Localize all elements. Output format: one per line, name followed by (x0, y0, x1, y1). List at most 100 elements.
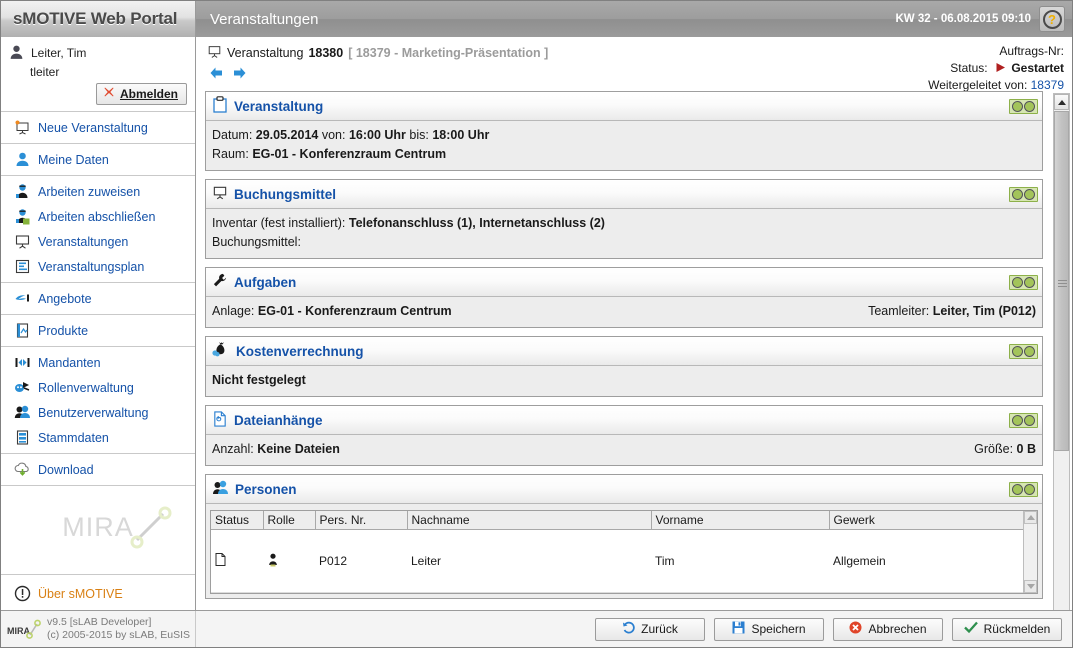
sidebar-item-label: Veranstaltungen (38, 234, 129, 249)
check-icon (963, 621, 978, 637)
panel-header[interactable]: Buchungsmittel (206, 180, 1042, 209)
panel-header[interactable]: Kostenverrechnung (206, 337, 1042, 366)
logout-button[interactable]: Abmelden (95, 83, 187, 105)
panel-body: Inventar (fest installiert): Telefonansc… (206, 209, 1042, 258)
sidebar-item-veranstaltungen[interactable]: Veranstaltungen (1, 229, 195, 254)
og-toggle-icon[interactable] (1009, 412, 1038, 428)
sidebar-item-stammdaten[interactable]: Stammdaten (1, 425, 195, 450)
scrollbar-thumb[interactable] (1054, 111, 1069, 451)
table-scrollbar[interactable] (1023, 511, 1037, 593)
sidebar-item-angebote[interactable]: Angebote (1, 286, 195, 311)
nav-group-7: Download (1, 454, 195, 486)
breadcrumb-id: 18380 (308, 46, 344, 60)
date-line: Datum: 29.05.2014 von: 16:00 Uhr bis: 18… (212, 126, 1036, 145)
panel-header-left: Buchungsmittel (212, 184, 336, 204)
teamleiter-label: Teamleiter: (868, 304, 930, 318)
brand-cell: sMOTIVE Web Portal (1, 1, 196, 37)
back-button-label: Zurück (641, 622, 678, 636)
sidebar-item-mandanten[interactable]: Mandanten (1, 350, 195, 375)
page-title: Veranstaltungen (210, 10, 319, 28)
datetime-label: KW 32 - 06.08.2015 09:10 (895, 13, 1031, 25)
moneybag-icon (212, 341, 230, 361)
to-value: 18:00 Uhr (432, 128, 490, 142)
og-dot-right (1024, 345, 1035, 357)
panel-title: Buchungsmittel (234, 186, 337, 202)
column-header-nachname[interactable]: Nachname (407, 511, 652, 530)
report-button[interactable]: Rückmelden (952, 617, 1062, 641)
table-scroll-up-button[interactable] (1024, 511, 1037, 524)
column-header-vorname[interactable]: Vorname (651, 511, 830, 530)
presentation-icon (207, 44, 222, 62)
og-toggle-icon[interactable] (1009, 98, 1038, 114)
cancel-button[interactable]: Abbrechen (833, 617, 943, 641)
title-bar: Veranstaltungen KW 32 - 06.08.2015 09:10… (196, 1, 1072, 37)
kosten-note-text: Nicht festgelegt (212, 373, 306, 387)
sidebar-item-arbeiten-zuweisen[interactable]: Arbeiten zuweisen (1, 179, 195, 204)
cell-status (211, 529, 263, 593)
version-text-block: v9.5 [sLAB Developer] (c) 2005-2015 by s… (47, 616, 190, 642)
og-toggle-icon[interactable] (1009, 274, 1038, 290)
sidebar-item-rollenverwaltung[interactable]: Rollenverwaltung (1, 375, 195, 400)
to-label: bis: (409, 128, 429, 142)
og-toggle-icon[interactable] (1009, 186, 1038, 202)
panel-header[interactable]: Dateianhänge (206, 406, 1042, 435)
og-dot-right (1024, 414, 1035, 426)
og-dot-right (1024, 188, 1035, 200)
prev-arrow-icon[interactable] (209, 66, 224, 83)
nav-group-1: Neue Veranstaltung (1, 112, 195, 144)
inventory-label: Inventar (fest installiert): (212, 216, 346, 230)
scroll-up-button[interactable] (1054, 94, 1069, 110)
table-scroll-down-button[interactable] (1024, 580, 1037, 593)
footer-buttons: Zurück Speichern Abbrechen Rückmelden (196, 617, 1072, 641)
panel-header[interactable]: Personen (206, 475, 1042, 504)
version-label: v9.5 [sLAB Developer] (47, 616, 152, 628)
panels-container: Veranstaltung Datum: 29.05.2014 von: 16:… (205, 91, 1043, 607)
panel-personen: Personen Status Rolle Pers. Nr. Nachname… (205, 474, 1043, 599)
table-row[interactable]: P012 Leiter Tim Allgemein (211, 529, 1023, 593)
panel-buchungsmittel: Buchungsmittel Inventar (fest installier… (205, 179, 1043, 259)
help-icon: ? (1042, 9, 1062, 29)
sidebar-item-arbeiten-abschliessen[interactable]: Arbeiten abschließen (1, 204, 195, 229)
worker-assign-icon (14, 183, 31, 200)
sidebar-item-benutzerverwaltung[interactable]: Benutzerverwaltung (1, 400, 195, 425)
main-content: Veranstaltung 18380 [ 18379 - Marketing-… (197, 37, 1072, 610)
user-icon (14, 151, 31, 168)
sidebar-item-download[interactable]: Download (1, 457, 195, 482)
worker-complete-icon (14, 208, 31, 225)
save-button[interactable]: Speichern (714, 617, 824, 641)
back-button[interactable]: Zurück (595, 617, 705, 641)
save-disk-icon (732, 621, 745, 637)
og-dot-left (1012, 345, 1023, 357)
info-icon (14, 585, 31, 602)
next-arrow-icon[interactable] (232, 66, 247, 83)
og-toggle-icon[interactable] (1009, 343, 1038, 359)
user-login: tleiter (30, 65, 60, 79)
main-scrollbar[interactable] (1053, 93, 1070, 610)
column-header-status[interactable]: Status (211, 511, 264, 530)
cell-pers-nr: P012 (315, 529, 407, 593)
og-toggle-icon[interactable] (1009, 481, 1038, 497)
panel-aufgaben: Aufgaben Anlage: EG-01 - Konferenzraum C… (205, 267, 1043, 328)
order-number-row: Auftrags-Nr: (928, 43, 1064, 60)
sidebar-item-label: Veranstaltungsplan (38, 259, 145, 274)
panel-header-left: Kostenverrechnung (212, 341, 364, 361)
sidebar-item-veranstaltungsplan[interactable]: Veranstaltungsplan (1, 254, 195, 279)
sidebar-item-neue-veranstaltung[interactable]: Neue Veranstaltung (1, 115, 195, 140)
panel-header[interactable]: Aufgaben (206, 268, 1042, 297)
user-line: Leiter, Tim (8, 44, 187, 61)
panel-header[interactable]: Veranstaltung (206, 92, 1042, 121)
booking-line: Buchungsmittel: (212, 233, 1036, 252)
sidebar-item-ueber-smotive[interactable]: Über sMOTIVE (1, 581, 195, 606)
sidebar-item-produkte[interactable]: Produkte (1, 318, 195, 343)
breadcrumb-prefix: Veranstaltung (227, 46, 304, 60)
sidebar-item-meine-daten[interactable]: Meine Daten (1, 147, 195, 172)
column-header-pers-nr[interactable]: Pers. Nr. (315, 511, 408, 530)
personen-table-wrapper: Status Rolle Pers. Nr. Nachname Vorname … (210, 510, 1038, 594)
column-header-gewerk[interactable]: Gewerk (829, 511, 1023, 530)
column-header-rolle[interactable]: Rolle (263, 511, 316, 530)
user-block: Leiter, Tim tleiter Abmelden (1, 37, 195, 112)
chevron-down-icon (1026, 584, 1035, 589)
help-button[interactable]: ? (1039, 6, 1065, 32)
forwarded-link[interactable]: 18379 (1031, 78, 1064, 92)
client-icon (14, 354, 31, 371)
